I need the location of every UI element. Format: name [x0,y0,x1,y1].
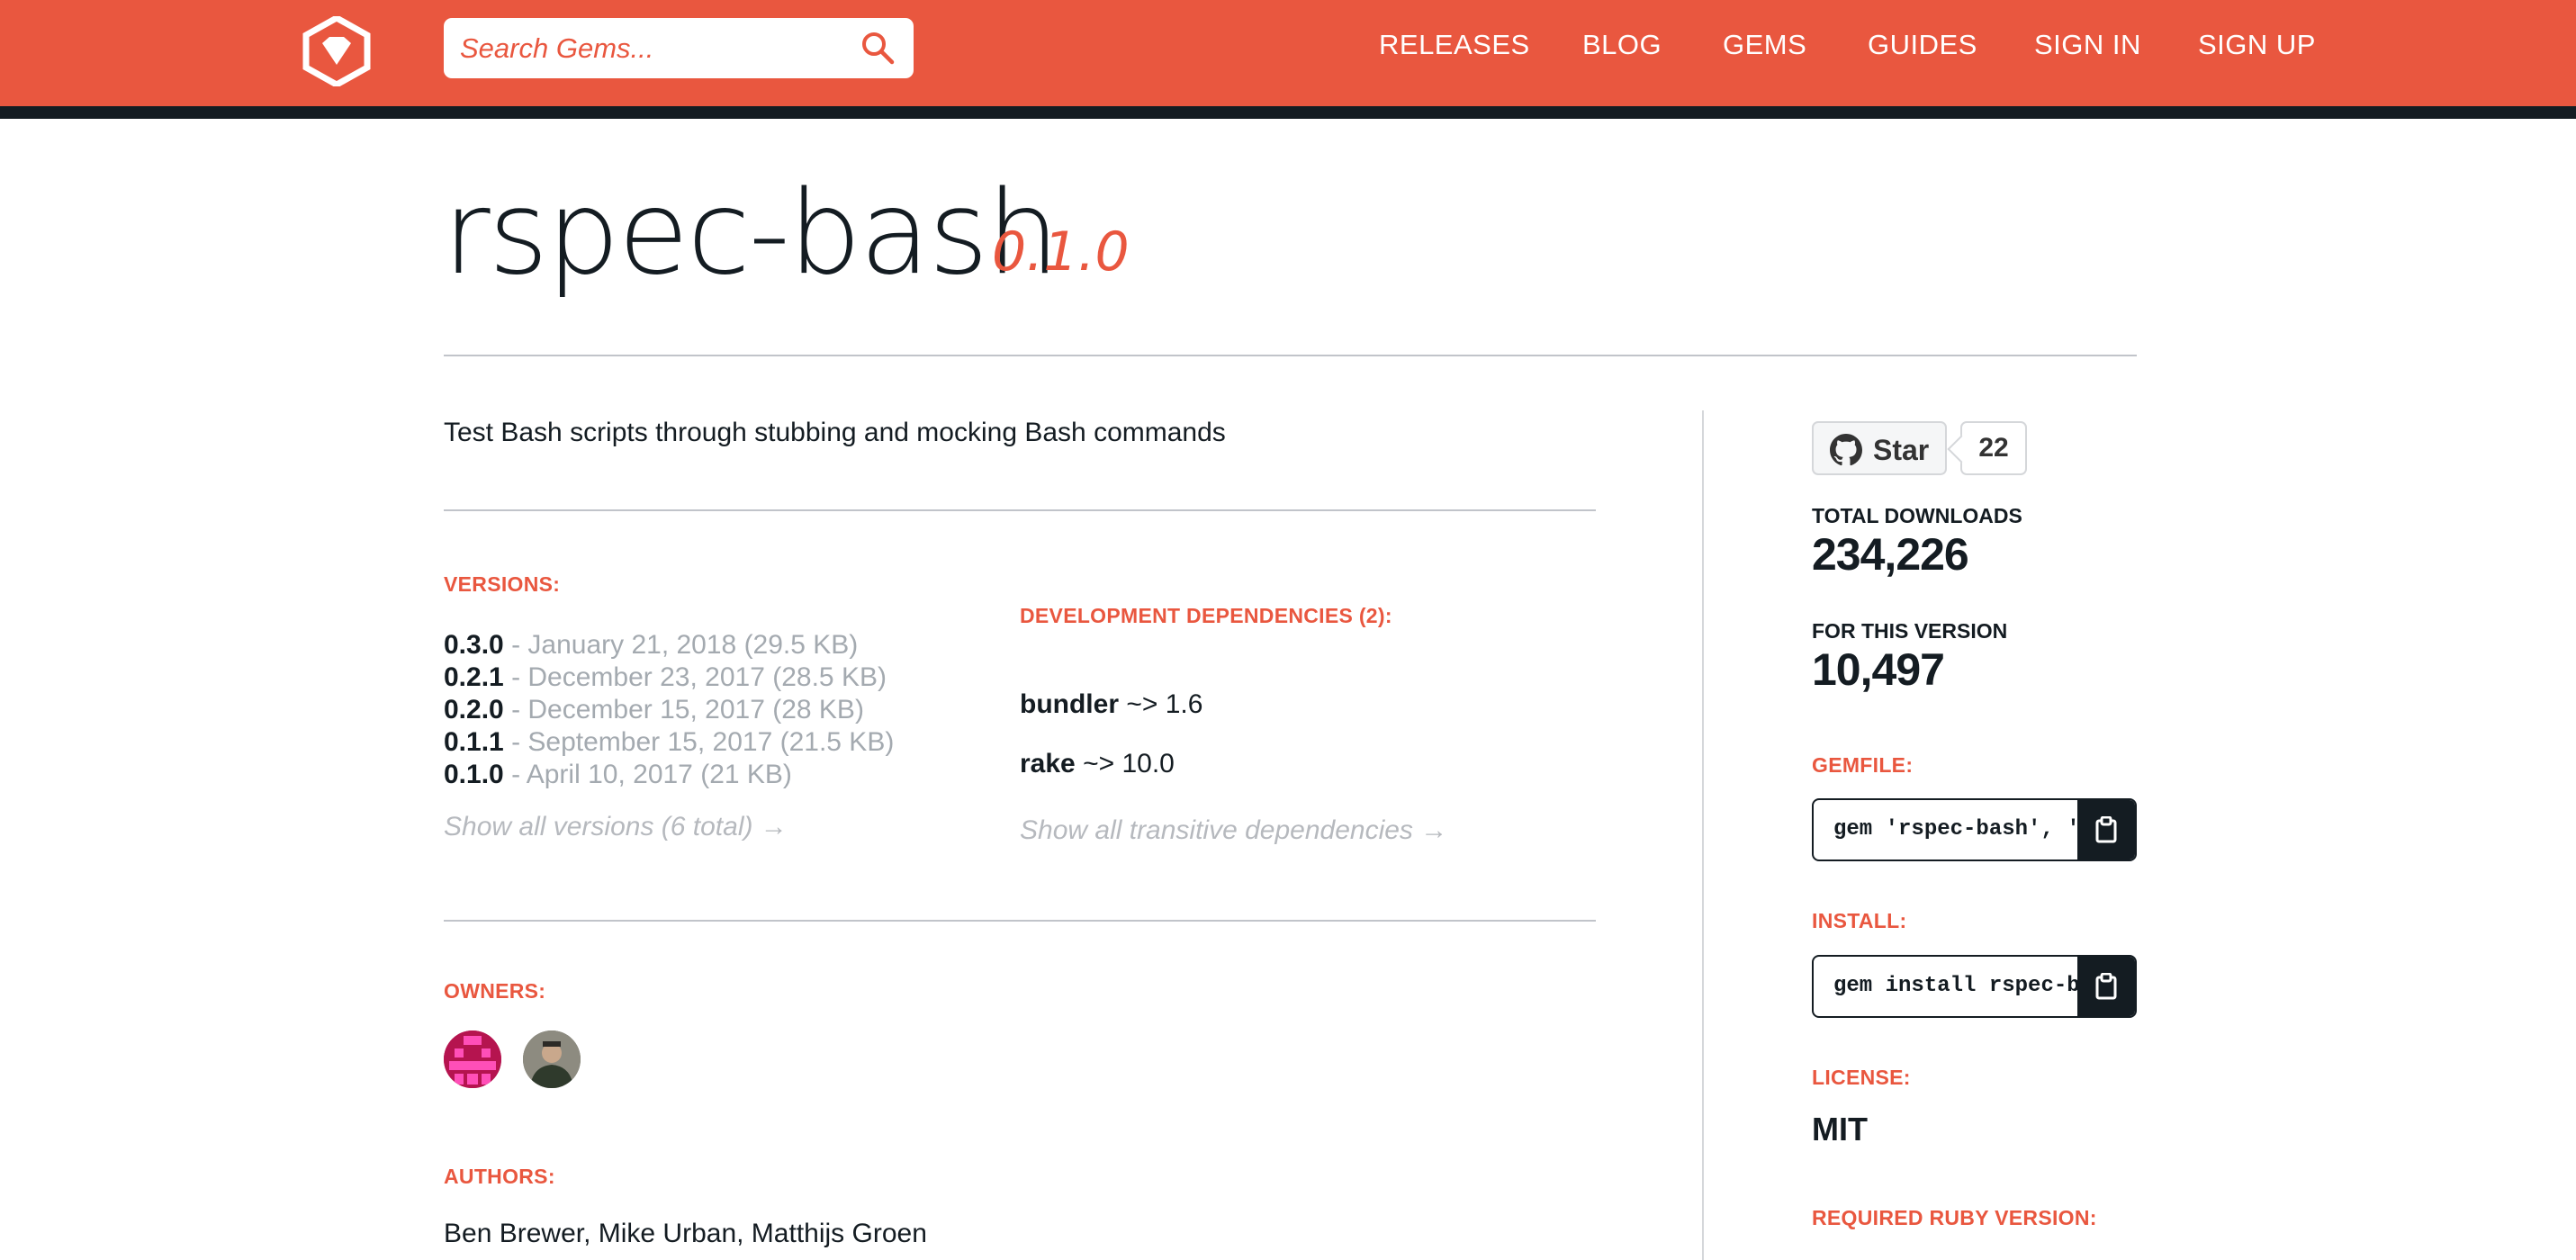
version-item[interactable]: 0.1.1 - September 15, 2017 (21.5 KB) [444,727,894,758]
show-transitive-dependencies-link[interactable]: Show all transitive dependencies → [1020,815,1447,846]
nav-guides[interactable]: GUIDES [1868,29,1977,61]
section-divider [444,920,1596,922]
gemfile-snippet: gem 'rspec-bash', '~> 0.1.0' [1812,798,2137,861]
version-detail: - December 23, 2017 (28.5 KB) [503,662,887,692]
show-all-versions-link[interactable]: Show all versions (6 total) → [444,812,788,842]
nav-sign-in[interactable]: SIGN IN [2034,29,2141,61]
rubygems-logo-icon[interactable] [302,16,371,86]
nav-gems[interactable]: GEMS [1723,29,1806,61]
owner-avatar[interactable] [523,1030,581,1088]
clipboard-icon [2095,816,2117,843]
version-number[interactable]: 0.2.0 [444,695,504,724]
version-number[interactable]: 0.1.0 [444,760,504,789]
identicon-icon [444,1030,501,1088]
total-downloads-count: 234,226 [1812,529,1969,580]
version-downloads-count: 10,497 [1812,644,1945,695]
install-snippet: gem install rspec-bash -v 0.1.0 [1812,955,2137,1018]
total-downloads-label: TOTAL DOWNLOADS [1812,504,2022,527]
user-photo-icon [523,1030,581,1088]
nav-releases[interactable]: RELEASES [1379,29,1530,61]
dev-dependencies-label: DEVELOPMENT DEPENDENCIES (2): [1020,604,1392,627]
gem-name: rspec-bash [443,166,1059,301]
dependency-requirement: ~> 10.0 [1075,749,1175,778]
gemfile-label: GEMFILE: [1812,753,1914,777]
dependency-name[interactable]: rake [1020,749,1076,778]
search-icon[interactable] [860,30,896,66]
version-number[interactable]: 0.2.1 [444,662,504,692]
search-input[interactable] [460,18,838,78]
nav-sign-up[interactable]: SIGN UP [2198,29,2316,61]
site-header: RELEASES BLOG GEMS GUIDES SIGN IN SIGN U… [0,0,2576,106]
star-label: Star [1873,434,1930,466]
description-divider [444,509,1596,511]
column-divider [1702,410,1704,1260]
license-value: MIT [1812,1111,1868,1148]
version-item[interactable]: 0.2.1 - December 23, 2017 (28.5 KB) [444,662,887,693]
required-ruby-version-label: REQUIRED RUBY VERSION: [1812,1206,2097,1229]
header-border [0,106,2576,119]
dependency-name[interactable]: bundler [1020,689,1119,719]
version-number[interactable]: 0.3.0 [444,630,504,660]
title-divider [444,355,2137,356]
version-detail: - December 15, 2017 (28 KB) [503,695,864,724]
version-item[interactable]: 0.2.0 - December 15, 2017 (28 KB) [444,695,864,725]
owner-avatar[interactable] [444,1030,501,1088]
gem-description: Test Bash scripts through stubbing and m… [444,418,1226,447]
star-count[interactable]: 22 [1960,421,2027,475]
authors-label: AUTHORS: [444,1165,555,1188]
clipboard-icon [2095,973,2117,1000]
copy-install-button[interactable] [2077,957,2135,1016]
dependency-item[interactable]: bundler ~> 1.6 [1020,689,1202,720]
copy-gemfile-button[interactable] [2077,800,2135,860]
license-label: LICENSE: [1812,1066,1911,1089]
owners-label: OWNERS: [444,979,546,1003]
version-detail: - April 10, 2017 (21 KB) [503,760,792,789]
gem-version: 0.1.0 [992,220,1130,284]
version-detail: - September 15, 2017 (21.5 KB) [503,727,895,757]
nav-blog[interactable]: BLOG [1582,29,1662,61]
version-item[interactable]: 0.3.0 - January 21, 2018 (29.5 KB) [444,630,858,661]
version-number[interactable]: 0.1.1 [444,727,504,757]
install-label: INSTALL: [1812,909,1907,932]
github-icon [1830,434,1862,466]
version-downloads-label: FOR THIS VERSION [1812,619,2008,643]
gemfile-code[interactable]: gem 'rspec-bash', '~> 0.1.0' [1833,800,2085,860]
search-box [444,18,914,78]
version-item[interactable]: 0.1.0 - April 10, 2017 (21 KB) [444,760,792,790]
github-star-button[interactable]: Star [1812,421,1947,475]
authors-list: Ben Brewer, Mike Urban, Matthijs Groen [444,1219,927,1248]
dependency-requirement: ~> 1.6 [1119,689,1203,719]
install-code[interactable]: gem install rspec-bash -v 0.1.0 [1833,957,2085,1016]
version-detail: - January 21, 2018 (29.5 KB) [503,630,859,660]
versions-label: VERSIONS: [444,572,561,596]
dependency-item[interactable]: rake ~> 10.0 [1020,749,1175,779]
